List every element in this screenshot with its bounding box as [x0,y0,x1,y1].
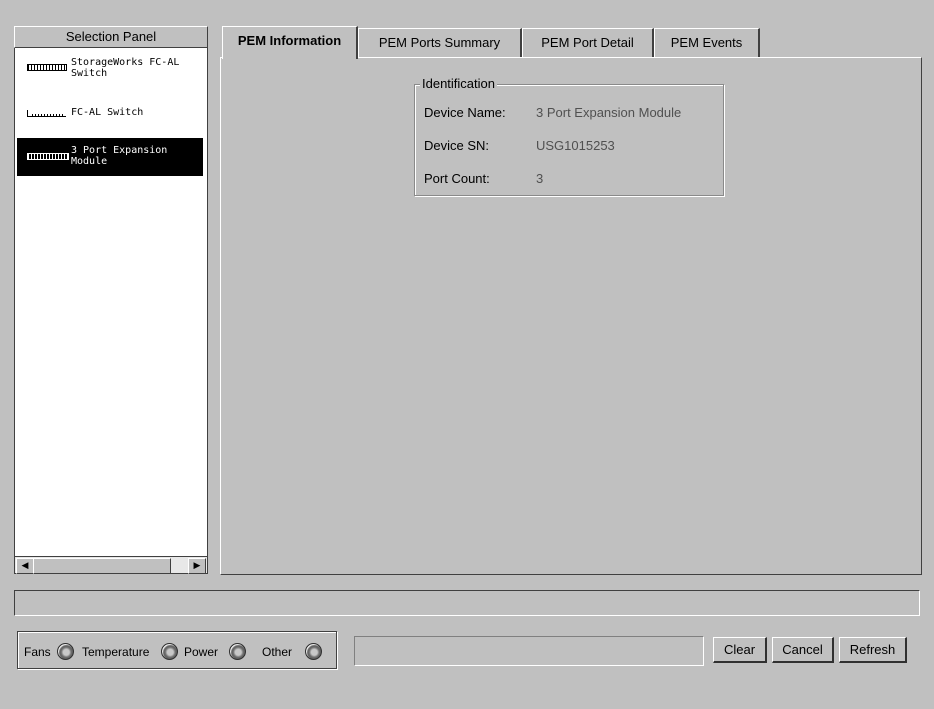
power-label: Power [184,645,219,659]
tree-item-label: StorageWorks FC-AL Switch [71,57,180,79]
message-field [354,636,704,666]
scroll-left-icon[interactable]: ◀ [16,558,34,574]
scrollbar-thumb[interactable] [33,558,171,574]
fans-status-icon [57,643,74,660]
temperature-status-icon [161,643,178,660]
other-status-icon [305,643,322,660]
power-status-icon [229,643,246,660]
expansion-module-icon [27,153,69,160]
tab-pem-ports-summary[interactable]: PEM Ports Summary [358,28,522,58]
tree-item-label: FC-AL Switch [71,107,144,118]
port-count-value: 3 [536,171,544,186]
tree-item-storageworks-switch[interactable]: StorageWorks FC-AL Switch [17,54,203,80]
switch-small-icon [27,110,66,117]
device-name-label: Device Name: [424,105,506,120]
selection-tree[interactable]: StorageWorks FC-AL Switch FC-AL Switch 3… [14,48,208,558]
tab-pem-port-detail[interactable]: PEM Port Detail [522,28,654,58]
tree-item-fc-al-switch[interactable]: FC-AL Switch [17,106,203,120]
tab-pem-events[interactable]: PEM Events [654,28,760,58]
cancel-button[interactable]: Cancel [772,637,834,663]
refresh-button[interactable]: Refresh [839,637,907,663]
switch-device-icon [27,64,67,71]
device-name-value: 3 Port Expansion Module [536,105,682,120]
status-bar [14,590,920,616]
tree-item-expansion-module[interactable]: 3 Port Expansion Module [17,138,203,176]
tree-item-label: 3 Port Expansion Module [71,145,168,167]
selection-panel-header: Selection Panel [14,26,208,48]
scroll-right-icon[interactable]: ▶ [188,558,206,574]
device-sn-label: Device SN: [424,138,490,153]
other-label: Other [262,645,293,659]
temperature-label: Temperature [82,645,150,659]
clear-button[interactable]: Clear [713,637,767,663]
identification-title: Identification [420,76,497,92]
port-count-label: Port Count: [424,171,490,186]
device-sn-value: USG1015253 [536,138,615,153]
tree-horizontal-scrollbar[interactable]: ◀ ▶ [14,556,208,574]
tab-pem-information[interactable]: PEM Information [222,26,358,59]
fans-label: Fans [24,645,51,659]
